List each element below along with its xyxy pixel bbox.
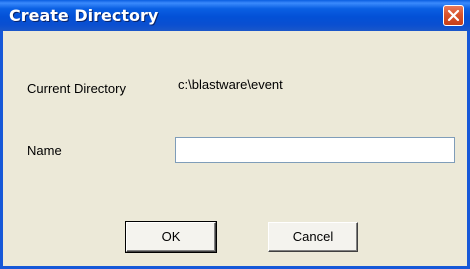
create-directory-dialog: Create Directory Current Directory c:\bl… — [0, 0, 470, 269]
ok-button[interactable]: OK — [125, 221, 217, 253]
name-label: Name — [27, 143, 62, 158]
window-title: Create Directory — [9, 6, 159, 25]
close-button[interactable] — [443, 5, 464, 26]
current-directory-value: c:\blastware\event — [178, 77, 283, 92]
cancel-button[interactable]: Cancel — [268, 222, 358, 252]
window-frame-left — [0, 31, 3, 269]
title-bar[interactable]: Create Directory — [0, 0, 470, 31]
close-icon — [447, 9, 460, 22]
current-directory-label: Current Directory — [27, 81, 126, 96]
name-input[interactable] — [175, 137, 455, 163]
